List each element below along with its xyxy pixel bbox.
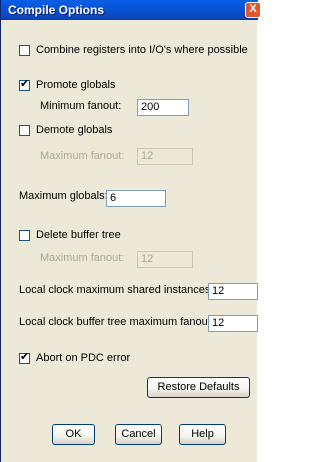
local-clock-shared-input[interactable]: 12 bbox=[208, 283, 258, 300]
demote-maximum-fanout-label: Maximum fanout: bbox=[40, 150, 125, 162]
abort-on-pdc-checkbox[interactable]: ✔ bbox=[19, 351, 30, 364]
check-icon: ✔ bbox=[20, 351, 30, 363]
local-clock-buffer-input[interactable]: 12 bbox=[208, 315, 258, 332]
delete-buffer-tree-checkbox[interactable] bbox=[19, 230, 30, 241]
abort-on-pdc-label: Abort on PDC error bbox=[36, 352, 131, 364]
window-title: Compile Options bbox=[8, 3, 104, 17]
minimum-fanout-input[interactable]: 200 bbox=[137, 99, 189, 116]
promote-globals-label: Promote globals bbox=[36, 79, 116, 91]
local-clock-shared-label: Local clock maximum shared instances: bbox=[19, 284, 214, 296]
ok-button[interactable]: OK bbox=[52, 424, 95, 445]
combine-registers-label: Combine registers into I/O's where possi… bbox=[36, 44, 248, 56]
check-icon: ✔ bbox=[20, 78, 30, 90]
promote-globals-checkbox[interactable]: ✔ bbox=[19, 78, 30, 91]
title-bar: Compile Options X bbox=[1, 0, 261, 20]
close-icon: X bbox=[249, 3, 257, 15]
demote-globals-checkbox[interactable] bbox=[19, 125, 30, 136]
delete-maximum-fanout-input: 12 bbox=[137, 251, 193, 268]
combine-registers-checkbox[interactable] bbox=[19, 45, 30, 56]
help-button[interactable]: Help bbox=[179, 424, 226, 445]
demote-maximum-fanout-input: 12 bbox=[137, 148, 193, 165]
minimum-fanout-label: Minimum fanout: bbox=[40, 100, 122, 112]
delete-maximum-fanout-label: Maximum fanout: bbox=[40, 252, 125, 264]
compile-options-dialog: Compile Options X Combine registers into… bbox=[0, 0, 261, 462]
restore-defaults-button[interactable]: Restore Defaults bbox=[147, 377, 250, 398]
local-clock-buffer-label: Local clock buffer tree maximum fanout: bbox=[19, 316, 214, 328]
close-button[interactable]: X bbox=[245, 2, 261, 18]
maximum-globals-label: Maximum globals: bbox=[19, 190, 108, 202]
demote-globals-label: Demote globals bbox=[36, 124, 113, 136]
maximum-globals-input[interactable]: 6 bbox=[106, 190, 166, 207]
delete-buffer-tree-label: Delete buffer tree bbox=[36, 229, 121, 241]
cancel-button[interactable]: Cancel bbox=[115, 424, 162, 445]
